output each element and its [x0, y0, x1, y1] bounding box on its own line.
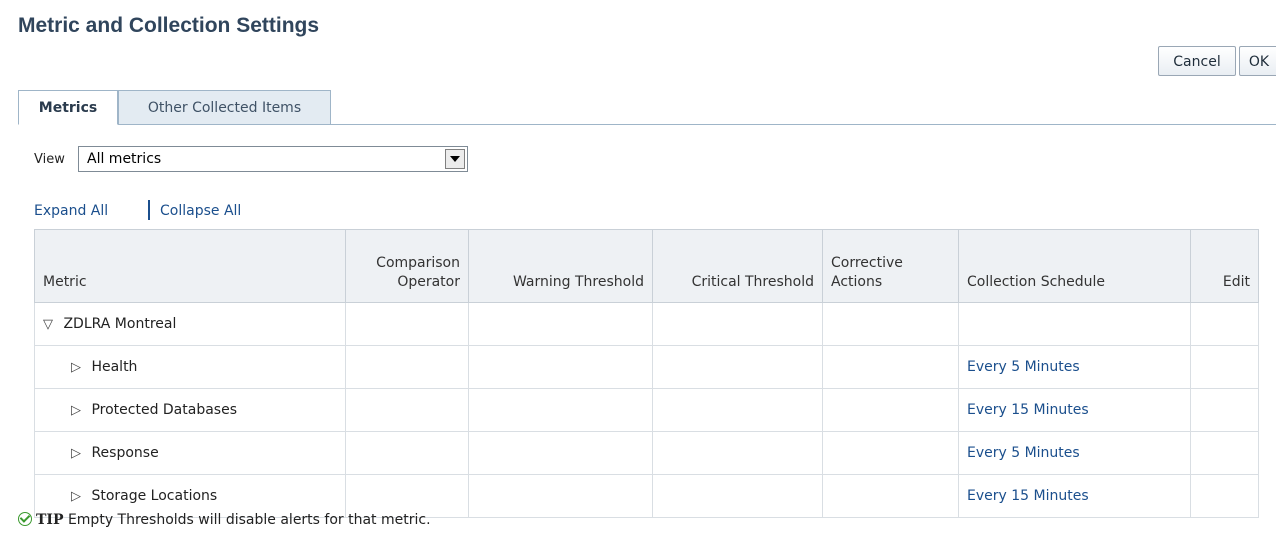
schedule-cell: Every 15 Minutes [958, 388, 1191, 432]
collapse-all-link[interactable]: Collapse All [160, 203, 241, 219]
table-row: ▽ ZDLRA Montreal [34, 302, 1259, 346]
edit-cell [1190, 388, 1259, 432]
tab-other-collected-items[interactable]: Other Collected Items [118, 90, 331, 125]
view-select-value: All metrics [87, 151, 162, 167]
column-header-edit: Edit [1190, 229, 1259, 303]
expanded-triangle-icon[interactable]: ▽ [43, 317, 59, 332]
table-row: ▷ Protected Databases Every 15 Minutes [34, 388, 1259, 432]
collapsed-triangle-icon[interactable]: ▷ [71, 489, 87, 504]
collapsed-triangle-icon[interactable]: ▷ [71, 446, 87, 461]
column-header-warning-threshold[interactable]: Warning Threshold [468, 229, 653, 303]
schedule-cell: Every 5 Minutes [958, 431, 1191, 475]
column-header-metric[interactable]: Metric [34, 229, 346, 303]
tab-metrics[interactable]: Metrics [18, 90, 118, 125]
check-circle-icon [18, 512, 32, 526]
schedule-link[interactable]: Every 5 Minutes [967, 445, 1080, 461]
expand-all-link[interactable]: Expand All [34, 203, 108, 219]
tip-message: TIP Empty Thresholds will disable alerts… [18, 510, 431, 528]
edit-cell [1190, 431, 1259, 475]
metric-cell: ▷ Health [34, 345, 346, 389]
collapsed-triangle-icon[interactable]: ▷ [71, 360, 87, 375]
schedule-link[interactable]: Every 15 Minutes [967, 402, 1089, 418]
ok-button[interactable]: OK [1239, 46, 1276, 76]
schedule-cell [958, 302, 1191, 346]
column-header-comparison-operator[interactable]: Comparison Operator [345, 229, 469, 303]
metrics-table: Metric Comparison Operator Warning Thres… [34, 229, 1259, 518]
page-title: Metric and Collection Settings [18, 14, 320, 37]
edit-cell [1190, 474, 1259, 518]
link-separator [148, 200, 150, 220]
metric-cell: ▷ Response [34, 431, 346, 475]
schedule-link[interactable]: Every 5 Minutes [967, 359, 1080, 375]
metric-cell: ▽ ZDLRA Montreal [34, 302, 346, 346]
column-header-corrective-actions[interactable]: Corrective Actions [822, 229, 959, 303]
metric-cell: ▷ Protected Databases [34, 388, 346, 432]
edit-cell [1190, 302, 1259, 346]
cancel-button[interactable]: Cancel [1158, 46, 1236, 76]
edit-cell [1190, 345, 1259, 389]
view-label: View [34, 152, 65, 167]
column-header-collection-schedule[interactable]: Collection Schedule [958, 229, 1191, 303]
schedule-cell: Every 15 Minutes [958, 474, 1191, 518]
schedule-cell: Every 5 Minutes [958, 345, 1191, 389]
table-row: ▷ Response Every 5 Minutes [34, 431, 1259, 475]
collapsed-triangle-icon[interactable]: ▷ [71, 403, 87, 418]
tip-text: Empty Thresholds will disable alerts for… [67, 512, 431, 528]
view-select[interactable]: All metrics [78, 146, 468, 172]
column-header-critical-threshold[interactable]: Critical Threshold [652, 229, 823, 303]
schedule-link[interactable]: Every 15 Minutes [967, 488, 1089, 504]
table-row: ▷ Health Every 5 Minutes [34, 345, 1259, 389]
dropdown-arrow-icon[interactable] [445, 149, 465, 169]
table-header-row: Metric Comparison Operator Warning Thres… [34, 229, 1259, 303]
tip-label: TIP [36, 512, 64, 528]
